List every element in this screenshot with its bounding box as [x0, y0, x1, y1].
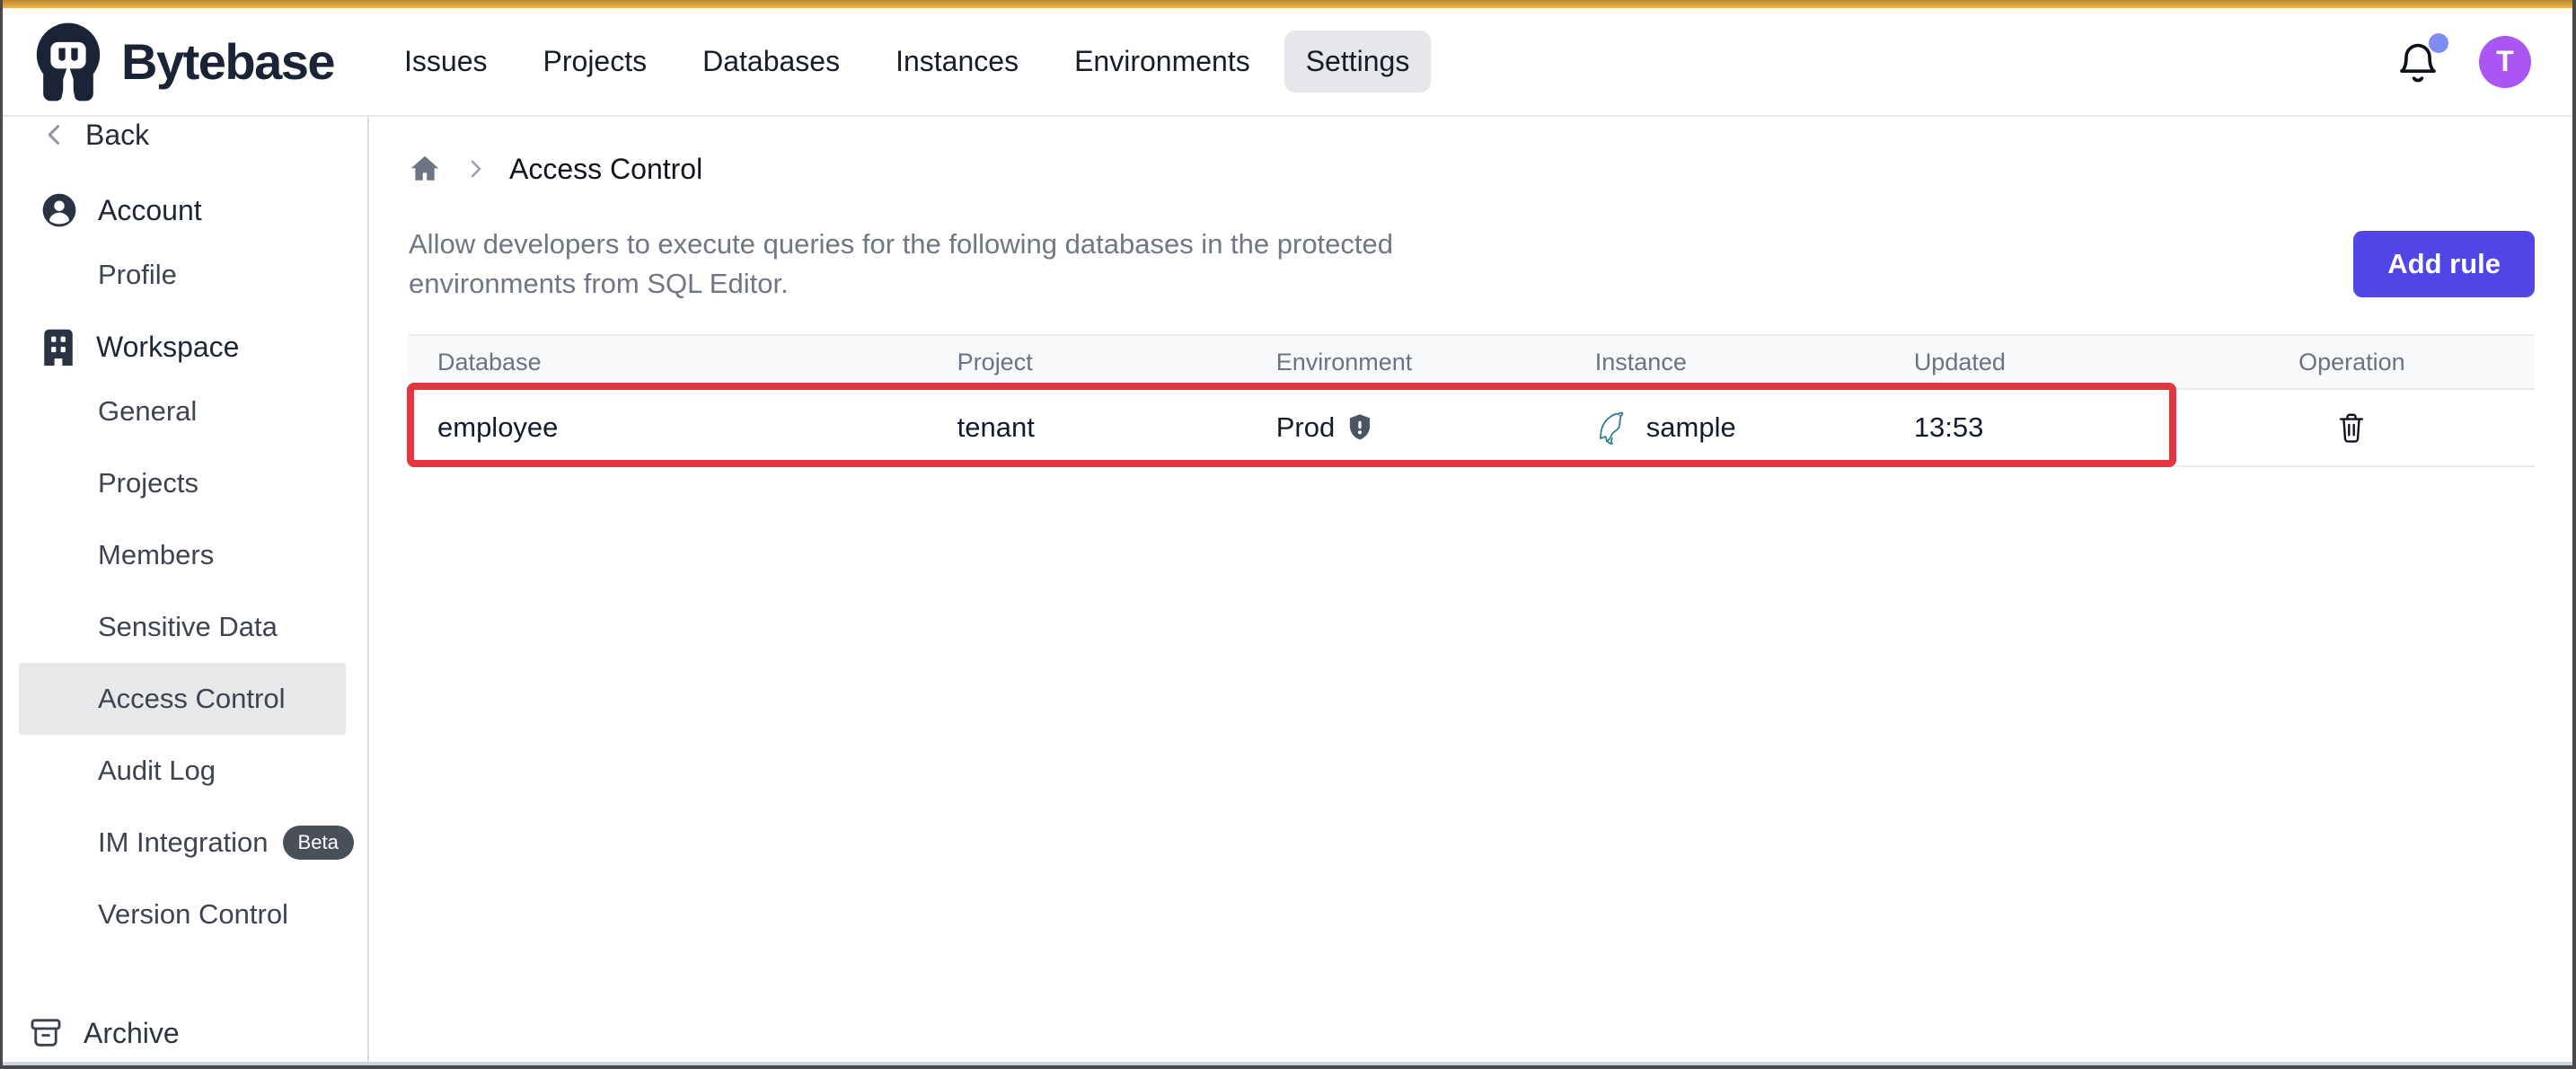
col-instance: Instance	[1595, 335, 1914, 389]
nav-issues[interactable]: Issues	[383, 31, 508, 93]
table-header-row: Database Project Environment Instance Up…	[409, 335, 2535, 389]
col-project: Project	[957, 335, 1276, 389]
archive-icon	[28, 1015, 64, 1051]
notification-bell-button[interactable]	[2395, 39, 2441, 85]
bytebase-logo[interactable]: Bytebase	[31, 22, 334, 102]
col-operation: Operation	[2169, 335, 2535, 389]
access-rules-table-wrap: Database Project Environment Instance Up…	[409, 334, 2535, 467]
add-rule-button[interactable]: Add rule	[2353, 231, 2535, 297]
cell-environment: Prod	[1276, 389, 1595, 466]
avatar-initial: T	[2496, 45, 2514, 78]
col-updated: Updated	[1914, 335, 2169, 389]
beta-badge: Beta	[283, 826, 354, 860]
page-title: Access Control	[509, 153, 702, 186]
sidebar-section-account: Account	[3, 181, 367, 239]
cell-instance: sample	[1595, 389, 1914, 466]
sidebar-section-workspace: Workspace	[3, 318, 367, 375]
back-button[interactable]: Back	[3, 117, 367, 160]
page-description: Allow developers to execute queries for …	[409, 225, 1495, 304]
shield-exclamation-icon	[1346, 413, 1373, 442]
main-nav: Issues Projects Databases Instances Envi…	[383, 31, 1431, 93]
sidebar-item-im-integration[interactable]: IM Integration Beta	[3, 807, 367, 879]
app-window: Bytebase Issues Projects Databases Insta…	[0, 0, 2576, 1069]
environment-name: Prod	[1276, 411, 1335, 444]
nav-settings[interactable]: Settings	[1284, 31, 1432, 93]
nav-environments[interactable]: Environments	[1053, 31, 1272, 93]
cell-database: employee	[409, 389, 957, 466]
account-icon	[40, 191, 78, 229]
mysql-dolphin-icon	[1595, 410, 1635, 446]
sidebar-item-general[interactable]: General	[3, 375, 367, 447]
cell-project: tenant	[957, 389, 1276, 466]
app-body: Back Account Profile Wor	[3, 117, 2572, 1065]
col-environment: Environment	[1276, 335, 1595, 389]
im-integration-label: IM Integration	[98, 826, 269, 859]
settings-sidebar: Back Account Profile Wor	[3, 117, 369, 1065]
chevron-left-icon	[42, 122, 67, 147]
section-workspace-label: Workspace	[96, 331, 239, 364]
col-database: Database	[409, 335, 957, 389]
sidebar-item-access-control[interactable]: Access Control	[19, 663, 346, 735]
window-top-accent	[3, 0, 2572, 8]
user-avatar[interactable]: T	[2479, 36, 2531, 88]
archive-button[interactable]: Archive	[28, 1015, 180, 1051]
sidebar-item-projects[interactable]: Projects	[3, 447, 367, 519]
cell-operation	[2169, 389, 2535, 466]
navbar-right: T	[2395, 36, 2531, 88]
back-label: Back	[85, 119, 149, 152]
cell-updated: 13:53	[1914, 389, 2169, 466]
chevron-right-icon	[464, 158, 486, 180]
workspace-icon	[40, 328, 76, 366]
sidebar-item-audit-log[interactable]: Audit Log	[3, 735, 367, 807]
breadcrumb: Access Control	[409, 149, 2535, 189]
brand-name: Bytebase	[121, 32, 334, 91]
content-header: Allow developers to execute queries for …	[409, 225, 2535, 304]
access-rules-table: Database Project Environment Instance Up…	[409, 334, 2535, 467]
archive-label: Archive	[84, 1017, 180, 1050]
sidebar-item-sensitive-data[interactable]: Sensitive Data	[3, 591, 367, 663]
sidebar-item-members[interactable]: Members	[3, 519, 367, 591]
bytebase-logo-icon	[31, 22, 105, 102]
nav-projects[interactable]: Projects	[522, 31, 669, 93]
window-bottom-edge	[3, 1062, 2572, 1065]
table-row[interactable]: employee tenant Prod	[409, 389, 2535, 466]
top-navbar: Bytebase Issues Projects Databases Insta…	[3, 8, 2572, 117]
home-icon[interactable]	[409, 153, 441, 185]
nav-databases[interactable]: Databases	[681, 31, 861, 93]
instance-name: sample	[1646, 411, 1736, 444]
notification-dot	[2429, 33, 2448, 53]
trash-icon[interactable]	[2335, 411, 2368, 445]
section-account-label: Account	[98, 194, 202, 227]
sidebar-item-version-control[interactable]: Version Control	[3, 879, 367, 950]
nav-instances[interactable]: Instances	[874, 31, 1040, 93]
sidebar-item-profile[interactable]: Profile	[3, 239, 367, 311]
main-content: Access Control Allow developers to execu…	[369, 117, 2572, 1065]
